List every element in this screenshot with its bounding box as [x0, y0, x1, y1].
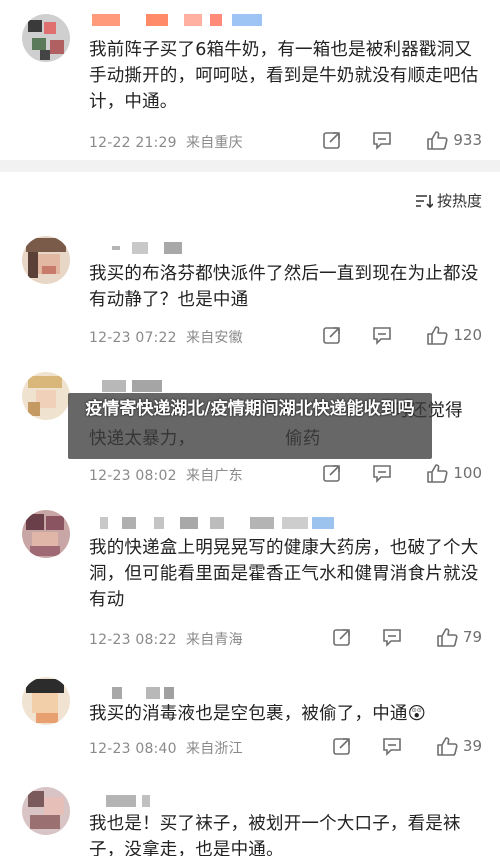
comment-meta: 12-23 08:02 来自广东: [89, 465, 243, 485]
comment-location: 来自重庆: [186, 135, 243, 151]
share-icon: [323, 132, 341, 149]
comment-text: 我也是！买了袜子，被划开一个大口子，看是袜子，没拿走，也是中通。: [89, 814, 461, 856]
comment-location: 来自浙江: [186, 741, 243, 757]
share-button[interactable]: [322, 463, 342, 483]
thumbs-up-icon: [427, 326, 448, 345]
like-count: 39: [462, 737, 482, 755]
comment-location: 来自青海: [186, 632, 243, 648]
overlay-title: 疫情寄快递湖北/疫情期间湖北快递能收到吗: [85, 399, 415, 419]
share-button[interactable]: [332, 627, 352, 647]
like-button[interactable]: 100: [426, 463, 482, 483]
comment-icon: [373, 465, 392, 483]
comment-item: 我前阵子买了6箱牛奶，有一箱也是被利器戳洞又手动撕开的，呵呵哒，看到是牛奶就没有…: [0, 0, 500, 160]
comment-icon: [383, 738, 401, 756]
comment-actions: 120: [322, 325, 482, 345]
comment-meta: 12-23 07:22 来自安徽: [89, 327, 243, 347]
share-icon: [323, 327, 341, 344]
comment-time: 12-23 08:40: [89, 741, 177, 757]
comment-actions: 79: [332, 627, 482, 647]
share-button[interactable]: [332, 736, 352, 756]
comment-icon: [383, 629, 401, 647]
username[interactable]: [92, 14, 262, 28]
thumbs-up-icon: [437, 628, 458, 647]
avatar[interactable]: [22, 372, 70, 420]
reply-button[interactable]: [372, 130, 392, 150]
comment-meta: 12-22 21:29 来自重庆: [89, 132, 243, 152]
comment-time: 12-23 08:22: [89, 632, 177, 648]
comment-time: 12-23 07:22: [89, 330, 177, 346]
comment-text: 我买的消毒液也是空包裹，被偷了，中通😲: [89, 704, 427, 724]
comment-location: 来自安徽: [186, 330, 243, 346]
username[interactable]: [92, 380, 172, 394]
thumbs-up-icon: [427, 131, 448, 150]
comment-text: 我前阵子买了6箱牛奶，有一箱也是被利器戳洞又手动撕开的，呵呵哒，看到是牛奶就没有…: [89, 40, 479, 112]
username[interactable]: [92, 795, 172, 809]
sort-icon: [415, 194, 433, 208]
like-button[interactable]: 79: [436, 627, 482, 647]
share-icon: [333, 629, 350, 646]
comment-icon: [373, 132, 392, 150]
like-count: 100: [453, 464, 482, 482]
comment-meta: 12-23 08:22 来自青海: [89, 629, 243, 649]
like-button[interactable]: 120: [426, 325, 482, 345]
share-button[interactable]: [322, 130, 342, 150]
username[interactable]: [92, 242, 182, 256]
reply-button[interactable]: [382, 627, 402, 647]
comment-item: 我的快递盒上明晃晃写的健康大药房，也破了个大洞，但可能看里面是霍香正气水和健胃消…: [0, 505, 500, 670]
share-icon: [323, 465, 341, 482]
thumbs-up-icon: [427, 464, 448, 483]
avatar[interactable]: [22, 236, 70, 284]
sort-toggle[interactable]: 按热度: [415, 190, 482, 211]
comment-actions: 100: [322, 463, 482, 483]
comment-meta: 12-23 08:40 来自浙江: [89, 738, 243, 758]
reply-button[interactable]: [372, 325, 392, 345]
reply-button[interactable]: [382, 736, 402, 756]
comment-actions: 933: [322, 130, 482, 150]
comment-item: 我买的消毒液也是空包裹，被偷了，中通😲 12-23 08:40 来自浙江 39: [0, 675, 500, 785]
like-count: 79: [462, 628, 482, 646]
comment-location: 来自广东: [186, 468, 243, 484]
avatar[interactable]: [22, 14, 70, 62]
username[interactable]: [92, 517, 342, 531]
sort-label: 按热度: [436, 192, 482, 210]
avatar[interactable]: [22, 787, 70, 835]
share-button[interactable]: [322, 325, 342, 345]
thumbs-up-icon: [437, 737, 458, 756]
reply-button[interactable]: [372, 463, 392, 483]
avatar[interactable]: [22, 677, 70, 725]
comment-icon: [373, 327, 392, 345]
like-button[interactable]: 39: [436, 736, 482, 756]
share-icon: [333, 738, 350, 755]
comment-text: 我买的布洛芬都快派件了然后一直到现在为止都没有动静了？也是中通: [89, 264, 479, 310]
comment-time: 12-23 08:02: [89, 468, 177, 484]
overlay-banner: 疫情寄快递湖北/疫情期间湖北快递能收到吗: [68, 393, 432, 459]
username[interactable]: [92, 687, 174, 701]
comment-time: 12-22 21:29: [89, 135, 177, 151]
like-count: 933: [453, 131, 482, 149]
like-count: 120: [453, 326, 482, 344]
like-button[interactable]: 933: [426, 130, 482, 150]
comment-actions: 39: [332, 736, 482, 756]
comment-item: 我买的布洛芬都快派件了然后一直到现在为止都没有动静了？也是中通 12-23 07…: [0, 228, 500, 358]
avatar[interactable]: [22, 510, 70, 558]
comment-item: 我也是！买了袜子，被划开一个大口子，看是袜子，没拿走，也是中通。: [0, 785, 500, 856]
comment-text: 我的快递盒上明晃晃写的健康大药房，也破了个大洞，但可能看里面是霍香正气水和健胃消…: [89, 538, 479, 610]
section-divider: [0, 160, 500, 172]
